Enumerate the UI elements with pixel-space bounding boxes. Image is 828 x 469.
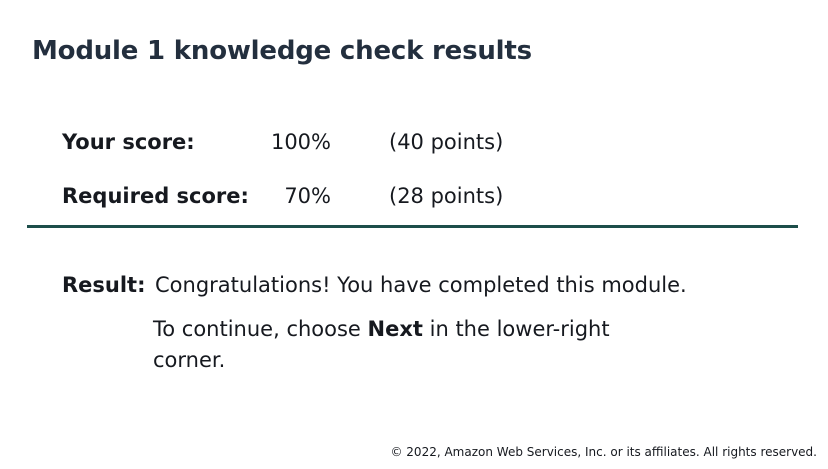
next-emphasis: Next xyxy=(367,317,423,341)
section-divider xyxy=(27,225,798,228)
result-message: Congratulations! You have completed this… xyxy=(155,273,687,297)
your-score-points: (40 points) xyxy=(389,130,504,154)
required-score-points: (28 points) xyxy=(389,184,504,208)
required-score-row: Required score: 70% (28 points) xyxy=(0,179,828,213)
page-title: Module 1 knowledge check results xyxy=(32,36,532,66)
result-label: Result: xyxy=(62,273,146,297)
your-score-percent: 100% xyxy=(270,130,331,154)
copyright-footer: © 2022, Amazon Web Services, Inc. or its… xyxy=(390,445,817,459)
continue-prefix: To continue, choose xyxy=(153,317,368,341)
continue-instruction: To continue, choose Next in the lower-ri… xyxy=(153,314,653,376)
your-score-label: Your score: xyxy=(62,130,195,154)
your-score-row: Your score: 100% (40 points) xyxy=(0,125,828,159)
required-score-label: Required score: xyxy=(62,184,249,208)
required-score-percent: 70% xyxy=(284,184,331,208)
